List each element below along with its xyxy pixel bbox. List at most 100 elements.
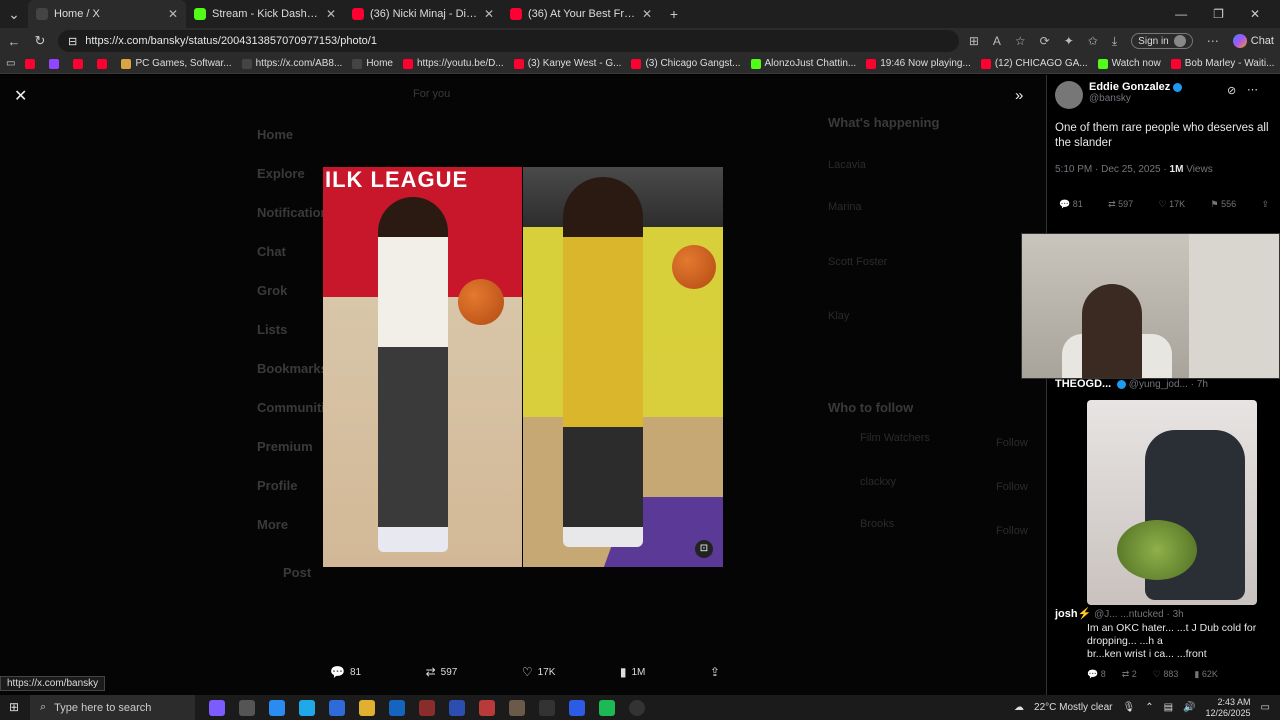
new-tab-button[interactable]: + bbox=[660, 6, 688, 22]
outlook-app-icon[interactable] bbox=[389, 699, 405, 716]
bookmark-item[interactable]: Home bbox=[352, 58, 393, 69]
maximize-icon[interactable]: ❐ bbox=[1213, 7, 1224, 21]
app-available-icon[interactable]: ⊞ bbox=[969, 34, 979, 48]
favorite-star-icon[interactable]: ☆ bbox=[1015, 34, 1026, 48]
store-app-icon[interactable] bbox=[329, 699, 345, 716]
weather-text[interactable]: 22°C Mostly clear bbox=[1034, 702, 1112, 713]
close-tab-icon[interactable]: ✕ bbox=[484, 7, 494, 21]
bookmark-item[interactable]: https://youtu.be/D... bbox=[403, 58, 504, 69]
grok-icon[interactable]: ⊘ bbox=[1227, 84, 1236, 97]
basketball-left bbox=[458, 279, 504, 325]
edge-browser-icon[interactable] bbox=[299, 699, 315, 716]
reply-button[interactable]: 💬 81 bbox=[1059, 199, 1083, 210]
copilot-app-icon[interactable] bbox=[269, 699, 285, 716]
bookmark-button[interactable]: ⚑ 556 bbox=[1210, 199, 1236, 210]
like-button[interactable]: ♡ 17K bbox=[1159, 199, 1186, 210]
close-window-icon[interactable]: ✕ bbox=[1250, 7, 1260, 21]
bookmark-item[interactable]: (3) Kanye West - G... bbox=[513, 58, 621, 69]
share-icon[interactable]: ⇪ bbox=[1261, 199, 1269, 210]
windows-start-icon[interactable]: ⊞ bbox=[9, 700, 19, 714]
bookmark-label: (3) Chicago Gangst... bbox=[645, 58, 741, 69]
download-icon[interactable]: ⤓ bbox=[1112, 34, 1117, 49]
steam-like-app-icon[interactable] bbox=[539, 699, 555, 716]
post-timestamp[interactable]: 5:10 PM · Dec 25, 2025 · bbox=[1055, 164, 1167, 175]
share-button[interactable]: ⇪ bbox=[710, 665, 720, 679]
reply-1[interactable]: THEOGD... @yung_jod... · 7h bbox=[1055, 378, 1277, 390]
bookmark-item[interactable] bbox=[49, 58, 63, 69]
collapse-panel-icon[interactable]: » bbox=[1015, 87, 1023, 104]
hidden-icons-icon[interactable]: ⌃ bbox=[1145, 702, 1153, 713]
copilot-chat-button[interactable]: Chat bbox=[1232, 34, 1274, 48]
tweet-photo[interactable]: ILK LEAGUE ⊡ bbox=[323, 167, 723, 567]
favorites-icon[interactable]: ✩ bbox=[1088, 34, 1098, 48]
obs-app-icon[interactable] bbox=[629, 699, 645, 716]
refresh-icon[interactable]: ↻ bbox=[32, 33, 48, 49]
reply-button[interactable]: 💬 8 bbox=[1087, 669, 1106, 680]
site-info-icon[interactable]: ⊟ bbox=[68, 35, 77, 48]
bookmark-item[interactable]: 19:46 Now playing... bbox=[866, 58, 971, 69]
tab-title: (36) Nicki Minaj - Dirty Money (Fre bbox=[370, 8, 478, 20]
post-author[interactable]: Eddie Gonzalez @bansky bbox=[1055, 81, 1183, 109]
tab-actions-icon[interactable]: ⌄ bbox=[0, 6, 28, 23]
reply-button[interactable]: 💬 81 bbox=[330, 665, 361, 679]
bookmark-item[interactable]: PC Games, Softwar... bbox=[121, 58, 232, 69]
puzzle-icon[interactable]: ✦ bbox=[1064, 34, 1074, 48]
tab-youtube-nicki[interactable]: (36) Nicki Minaj - Dirty Money (Fre ✕ bbox=[344, 0, 502, 28]
avatar[interactable] bbox=[1055, 81, 1083, 109]
repost-button[interactable]: ⇄ 2 bbox=[1122, 669, 1137, 680]
character-app-icon[interactable] bbox=[509, 699, 525, 716]
views-button[interactable]: ▮ 62K bbox=[1194, 669, 1217, 680]
close-tab-icon[interactable]: ✕ bbox=[326, 7, 336, 21]
widgets-app-icon[interactable] bbox=[209, 699, 225, 716]
task-view-icon[interactable] bbox=[239, 699, 255, 716]
repost-button[interactable]: ⇄ 597 bbox=[426, 665, 458, 679]
like-button[interactable]: ♡ 17K bbox=[522, 665, 556, 679]
bookmark-item[interactable]: https://x.com/AB8... bbox=[241, 58, 342, 69]
reply-count: 81 bbox=[1072, 199, 1083, 209]
bookmark-item[interactable] bbox=[97, 58, 111, 69]
more-menu-icon[interactable]: ⋯ bbox=[1207, 34, 1219, 48]
weather-icon[interactable]: ☁ bbox=[1014, 702, 1024, 713]
bookmark-item[interactable]: (3) Chicago Gangst... bbox=[631, 58, 741, 69]
more-options-icon[interactable]: ⋯ bbox=[1247, 83, 1258, 96]
views-button[interactable]: ▮ 1M bbox=[620, 665, 646, 679]
reply-2[interactable]: josh⚡ @J... ...ntucked · 3h Im an OKC ha… bbox=[1055, 607, 1277, 680]
read-aloud-icon[interactable]: A bbox=[993, 34, 1001, 48]
post-text: One of them rare people who deserves all… bbox=[1055, 122, 1269, 149]
vscode-like-app-icon[interactable] bbox=[569, 699, 585, 716]
volume-icon[interactable]: 🔊 bbox=[1183, 702, 1195, 713]
notifications-icon[interactable]: ▭ bbox=[1261, 702, 1270, 713]
like-button[interactable]: ♡ 883 bbox=[1153, 669, 1179, 680]
taskbar-clock[interactable]: 2:43 AM 12/26/2025 bbox=[1206, 697, 1251, 719]
bookmark-label: PC Games, Softwar... bbox=[135, 58, 232, 69]
bookmark-item[interactable]: Watch now bbox=[1097, 58, 1161, 69]
tab-kick-dashboard[interactable]: Stream - Kick Dashboard ✕ bbox=[186, 0, 344, 28]
tab-home-x[interactable]: Home / X ✕ bbox=[28, 0, 186, 28]
file-explorer-icon[interactable] bbox=[359, 699, 375, 716]
close-tab-icon[interactable]: ✕ bbox=[642, 7, 652, 21]
game-app-icon[interactable] bbox=[419, 699, 435, 716]
microphone-icon[interactable]: 🎙 bbox=[1123, 702, 1136, 713]
bookmark-item[interactable]: (12) CHICAGO GA... bbox=[980, 58, 1088, 69]
megaman-app-icon[interactable] bbox=[479, 699, 495, 716]
tab-youtube-frank[interactable]: (36) At Your Best Frank Ocean - Yo ✕ bbox=[502, 0, 660, 28]
bookmark-item[interactable]: AlonzoJust Chattin... bbox=[750, 58, 856, 69]
taskbar-search[interactable]: ⌕ Type here to search bbox=[30, 695, 195, 720]
minimize-icon[interactable]: — bbox=[1175, 7, 1187, 21]
bookmark-item[interactable]: Bob Marley - Waiti... bbox=[1170, 58, 1274, 69]
bookmark-item[interactable] bbox=[73, 58, 87, 69]
extensions-icon[interactable]: ⟳ bbox=[1040, 34, 1050, 48]
repost-count: 597 bbox=[440, 666, 458, 678]
visual-search-icon[interactable]: ⊡ bbox=[695, 540, 713, 558]
back-icon[interactable]: ← bbox=[6, 34, 22, 49]
close-tab-icon[interactable]: ✕ bbox=[168, 7, 178, 21]
sign-in-button[interactable]: Sign in bbox=[1131, 33, 1193, 49]
network-icon[interactable]: ▤ bbox=[1164, 702, 1173, 713]
repost-button[interactable]: ⇄ 597 bbox=[1108, 199, 1133, 210]
close-icon[interactable]: ✕ bbox=[14, 86, 27, 106]
tablet-icon[interactable]: ▭ bbox=[6, 58, 15, 69]
bookmark-item[interactable] bbox=[25, 58, 39, 69]
spotify-icon[interactable] bbox=[599, 699, 615, 716]
url-field[interactable]: ⊟ https://x.com/bansky/status/2004313857… bbox=[58, 30, 959, 52]
fnaf-app-icon[interactable] bbox=[449, 699, 465, 716]
